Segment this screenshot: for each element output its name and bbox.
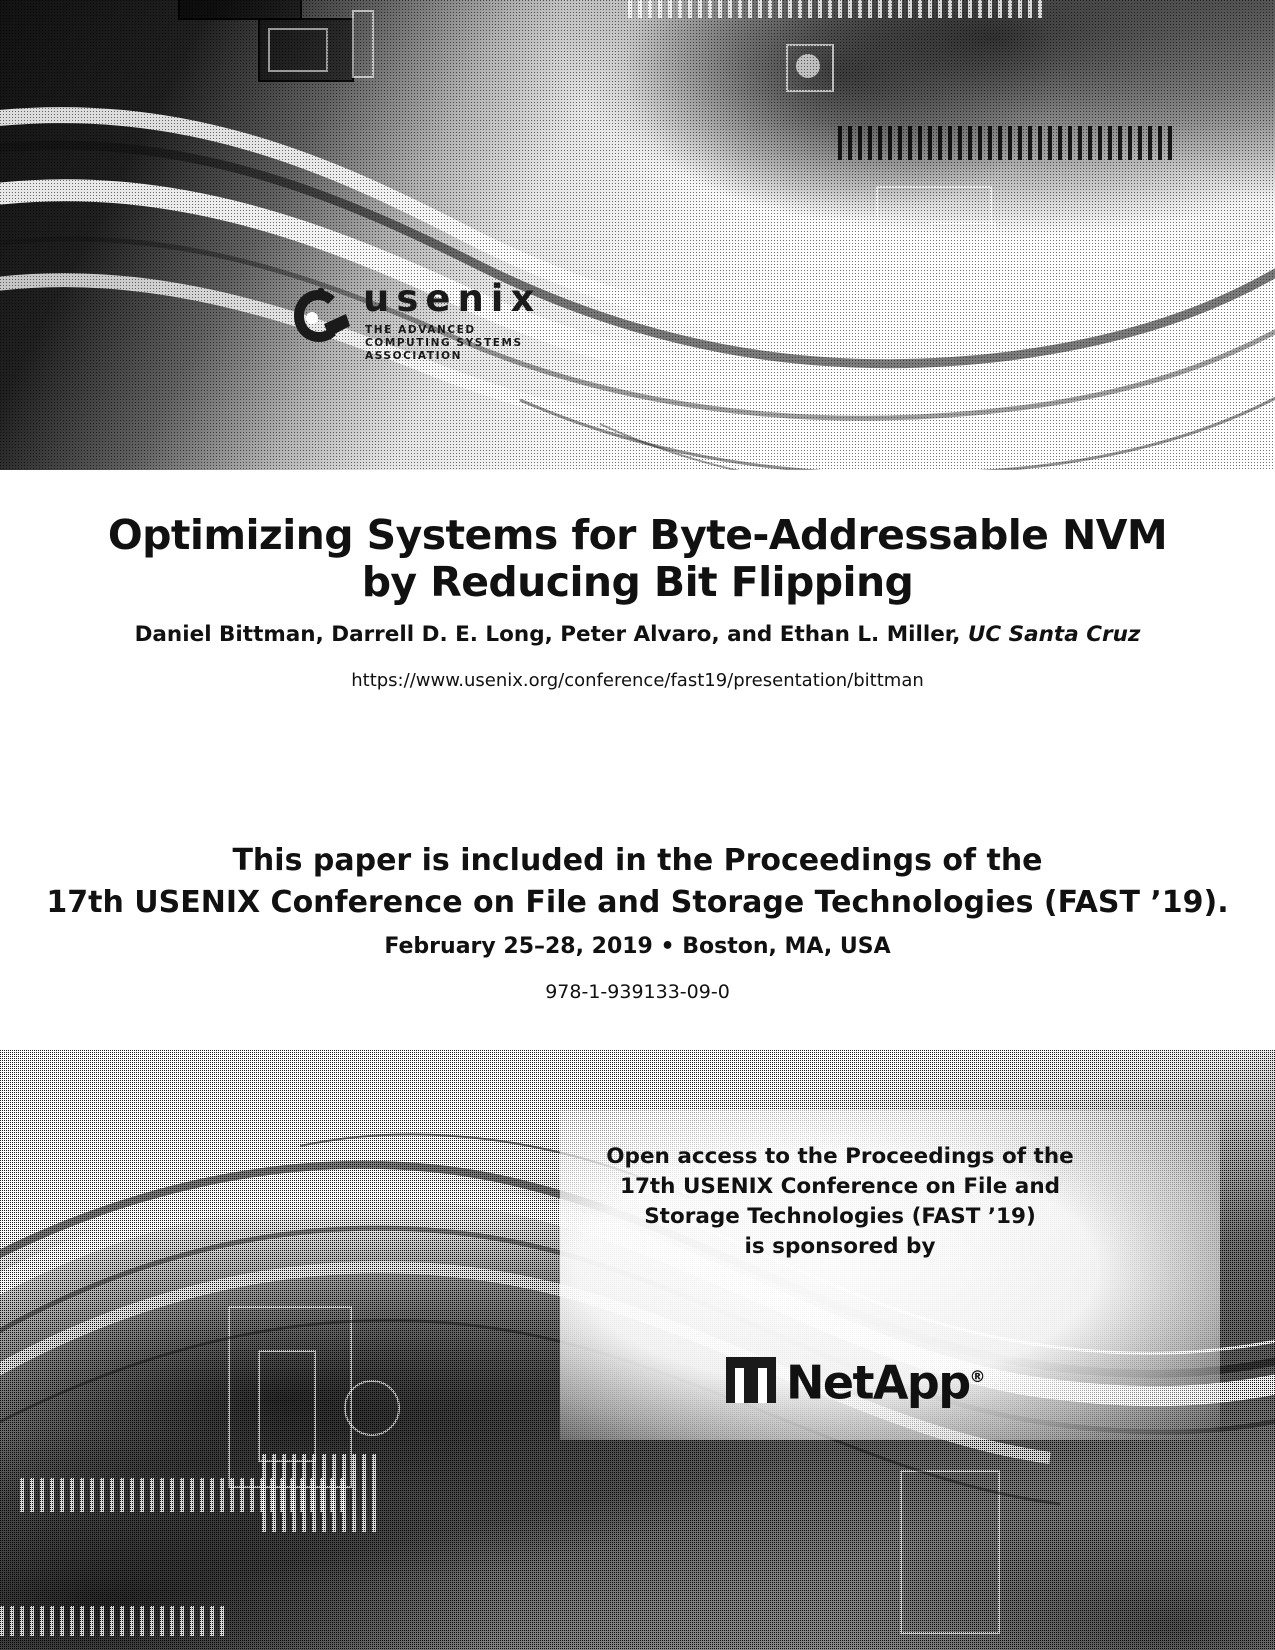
netapp-logo: NetApp® [726, 1352, 986, 1408]
netapp-n-mark-icon [726, 1357, 776, 1403]
paper-title-line-2: by Reducing Bit Flipping [361, 558, 914, 606]
bottom-banner-artwork: Open access to the Proceedings of the 17… [0, 1050, 1275, 1650]
top-banner-artwork [0, 0, 1275, 470]
usenix-tagline-line-3: ASSOCIATION [365, 350, 463, 362]
sponsor-line-2: 17th USENIX Conference on File and [619, 1174, 1061, 1199]
registered-trademark-icon: ® [969, 1367, 986, 1387]
paper-title-line-1: Optimizing Systems for Byte-Addressable … [107, 511, 1168, 559]
paper-affiliation: UC Santa Cruz [967, 622, 1141, 647]
sponsor-block: Open access to the Proceedings of the 17… [530, 1142, 1150, 1262]
usenix-wordmark: usenix [363, 277, 542, 320]
top-banner-waves [0, 0, 1275, 470]
paper-metadata: Optimizing Systems for Byte-Addressable … [0, 470, 1275, 692]
paper-authors: Daniel Bittman, Darrell D. E. Long, Pete… [0, 622, 1275, 648]
proceedings-isbn: 978-1-939133-09-0 [545, 981, 730, 1003]
netapp-wordmark-text: NetApp [786, 1355, 971, 1410]
proceedings-block: This paper is included in the Proceeding… [0, 840, 1275, 1004]
sponsor-line-3: Storage Technologies (FAST ’19) [644, 1204, 1036, 1229]
proceedings-line-1: This paper is included in the Proceeding… [232, 843, 1043, 878]
paper-authors-names: Daniel Bittman, Darrell D. E. Long, Pete… [134, 622, 968, 647]
usenix-gear-mark-icon [294, 287, 350, 342]
usenix-tagline-line-2: COMPUTING SYSTEMS [365, 337, 523, 349]
netapp-wordmark: NetApp® [786, 1354, 986, 1406]
sponsor-line-4: is sponsored by [744, 1234, 936, 1259]
usenix-tagline: THE ADVANCED COMPUTING SYSTEMS ASSOCIATI… [365, 324, 523, 363]
usenix-logo: usenix THE ADVANCED COMPUTING SYSTEMS AS… [288, 278, 558, 378]
usenix-tagline-line-1: THE ADVANCED [365, 324, 476, 336]
page-title: Optimizing Systems for Byte-Addressable … [0, 512, 1275, 606]
proceedings-line-2: 17th USENIX Conference on File and Stora… [46, 885, 1229, 920]
proceedings-date-location: February 25–28, 2019 • Boston, MA, USA [384, 934, 891, 959]
sponsor-line-1: Open access to the Proceedings of the [606, 1144, 1074, 1169]
paper-url[interactable]: https://www.usenix.org/conference/fast19… [0, 670, 1275, 692]
